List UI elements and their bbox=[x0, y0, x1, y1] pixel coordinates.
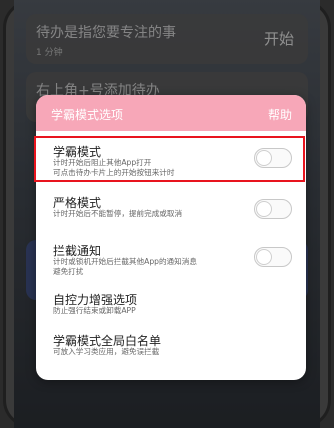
help-link[interactable]: 帮助 bbox=[268, 106, 292, 123]
dialog-title: 学霸模式选项 bbox=[51, 108, 124, 122]
option-strict-mode[interactable]: 严格模式 计时开始后不能暂停，提前完成或取消 bbox=[36, 187, 306, 235]
strict-mode-toggle[interactable] bbox=[254, 199, 292, 219]
block-notifications-toggle[interactable] bbox=[254, 247, 292, 267]
option-description: 计时或锁机开始后拦截其他App的通知消息 避免打扰 bbox=[53, 257, 197, 276]
highlight-box bbox=[34, 136, 305, 182]
option-description: 防止强行结束或卸载APP bbox=[53, 306, 136, 315]
dialog-header: 学霸模式选项 帮助 bbox=[36, 95, 306, 131]
toggle-knob bbox=[256, 249, 272, 265]
option-global-whitelist[interactable]: 学霸模式全局白名单 可放入学习类应用，避免误拦截 bbox=[36, 325, 306, 373]
option-block-notifications[interactable]: 拦截通知 计时或锁机开始后拦截其他App的通知消息 避免打扰 ? bbox=[36, 235, 306, 283]
toggle-knob bbox=[256, 201, 272, 217]
option-description: 可放入学习类应用，避免误拦截 bbox=[53, 347, 160, 356]
option-description: 计时开始后不能暂停，提前完成或取消 bbox=[53, 209, 183, 218]
